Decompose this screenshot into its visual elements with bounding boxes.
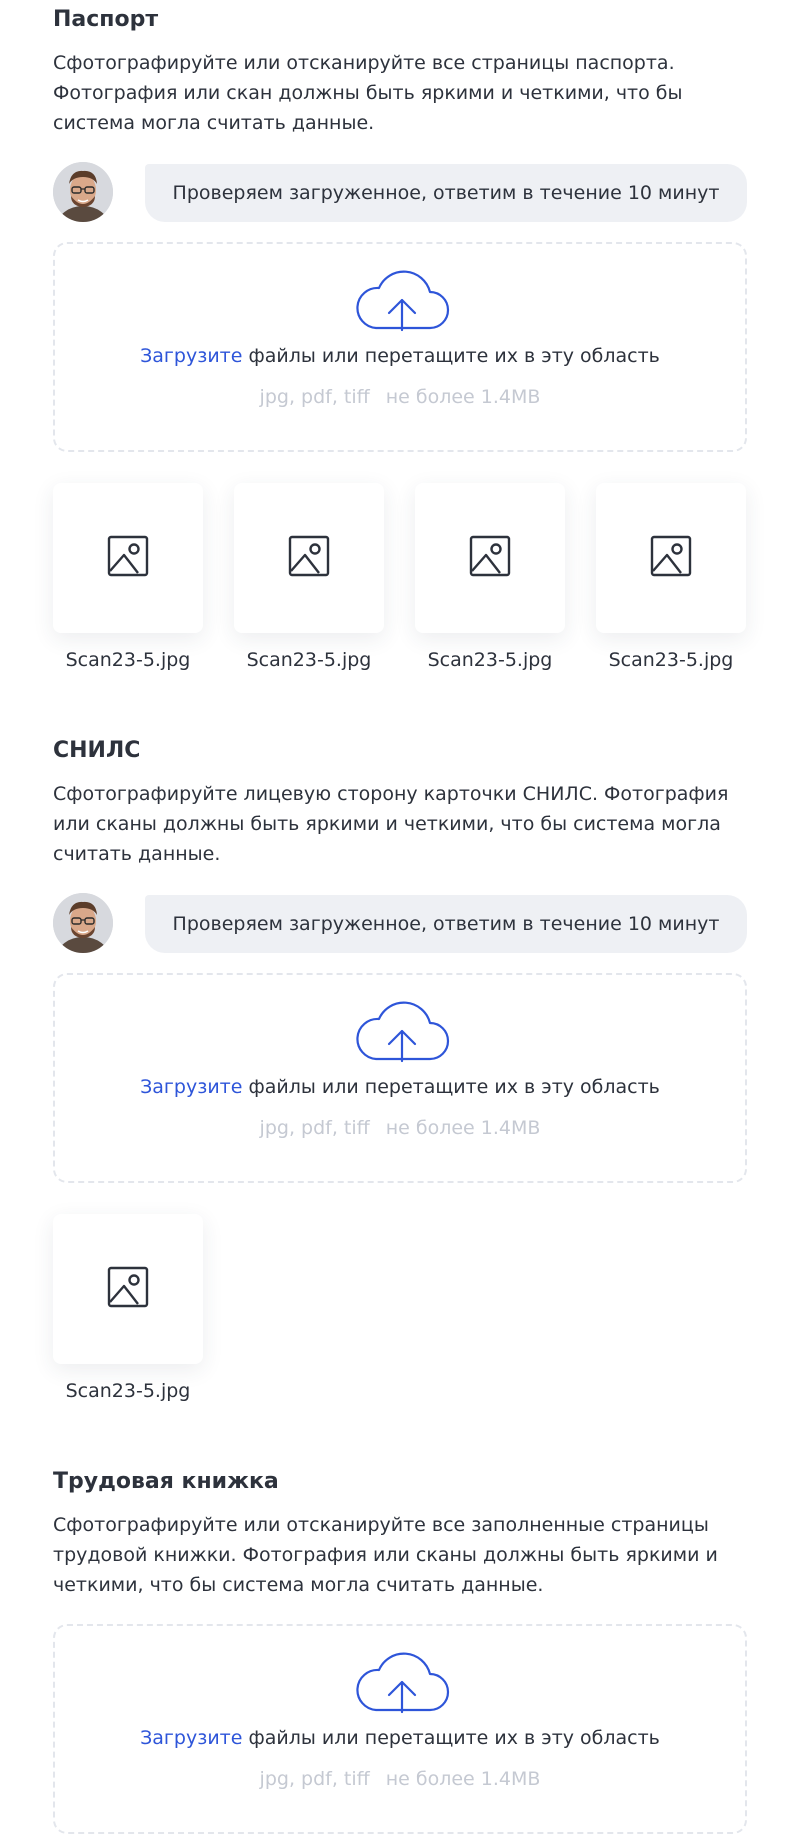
status-message: Проверяем загруженное, ответим в течение… bbox=[145, 895, 747, 953]
file-thumbnail[interactable] bbox=[234, 483, 384, 633]
avatar bbox=[53, 893, 113, 953]
image-icon bbox=[469, 535, 511, 581]
upload-dropzone[interactable]: Загрузите файлы или перетащите их в эту … bbox=[53, 242, 747, 452]
upload-link[interactable]: Загрузите bbox=[140, 1727, 242, 1749]
upload-instruction: Загрузите файлы или перетащите их в эту … bbox=[55, 1726, 745, 1750]
file-item[interactable]: Scan23-5.jpg bbox=[596, 483, 746, 671]
file-item[interactable]: Scan23-5.jpg bbox=[53, 1214, 203, 1402]
avatar bbox=[53, 162, 113, 222]
status-row: Проверяем загруженное, ответим в течение… bbox=[53, 893, 747, 955]
status-row: Проверяем загруженное, ответим в течение… bbox=[53, 162, 747, 224]
file-item[interactable]: Scan23-5.jpg bbox=[234, 483, 384, 671]
image-icon bbox=[288, 535, 330, 581]
upload-formats: jpg, pdf, tiff bbox=[259, 1117, 370, 1139]
upload-instruction: Загрузите файлы или перетащите их в эту … bbox=[55, 1075, 745, 1099]
file-thumbnail[interactable] bbox=[53, 1214, 203, 1364]
file-name: Scan23-5.jpg bbox=[65, 1380, 191, 1402]
file-list: Scan23-5.jpg bbox=[53, 1214, 747, 1414]
upload-dropzone[interactable]: Загрузите файлы или перетащите их в эту … bbox=[53, 1624, 747, 1834]
file-thumbnail[interactable] bbox=[415, 483, 565, 633]
file-thumbnail[interactable] bbox=[596, 483, 746, 633]
upload-formats: jpg, pdf, tiff bbox=[259, 1768, 370, 1790]
section-title: СНИЛС bbox=[53, 738, 141, 763]
upload-instruction: Загрузите файлы или перетащите их в эту … bbox=[55, 344, 745, 368]
section-title: Трудовая книжка bbox=[53, 1469, 279, 1494]
upload-dropzone[interactable]: Загрузите файлы или перетащите их в эту … bbox=[53, 973, 747, 1183]
image-icon bbox=[107, 535, 149, 581]
upload-size-limit: не более 1.4MB bbox=[385, 386, 541, 408]
upload-formats: jpg, pdf, tiff bbox=[259, 386, 370, 408]
file-name: Scan23-5.jpg bbox=[65, 649, 191, 671]
upload-text: файлы или перетащите их в эту область bbox=[242, 1076, 660, 1098]
upload-size-limit: не более 1.4MB bbox=[385, 1768, 541, 1790]
file-item[interactable]: Scan23-5.jpg bbox=[53, 483, 203, 671]
image-icon bbox=[650, 535, 692, 581]
upload-hint: jpg, pdf, tiff не более 1.4MB bbox=[55, 1767, 745, 1791]
upload-link[interactable]: Загрузите bbox=[140, 1076, 242, 1098]
status-message: Проверяем загруженное, ответим в течение… bbox=[145, 164, 747, 222]
file-name: Scan23-5.jpg bbox=[608, 649, 734, 671]
upload-hint: jpg, pdf, tiff не более 1.4MB bbox=[55, 1116, 745, 1140]
file-name: Scan23-5.jpg bbox=[427, 649, 553, 671]
file-list: Scan23-5.jpg Scan23-5.jpg Scan23-5.jpg S… bbox=[53, 483, 747, 683]
upload-text: файлы или перетащите их в эту область bbox=[242, 345, 660, 367]
section-description: Сфотографируйте или отсканируйте все зап… bbox=[53, 1514, 718, 1596]
upload-text: файлы или перетащите их в эту область bbox=[242, 1727, 660, 1749]
section-description: Сфотографируйте лицевую сторону карточки… bbox=[53, 783, 729, 865]
file-name: Scan23-5.jpg bbox=[246, 649, 372, 671]
upload-link[interactable]: Загрузите bbox=[140, 345, 242, 367]
image-icon bbox=[107, 1266, 149, 1312]
file-item[interactable]: Scan23-5.jpg bbox=[415, 483, 565, 671]
cloud-upload-icon bbox=[352, 1652, 452, 1718]
cloud-upload-icon bbox=[352, 1001, 452, 1067]
upload-size-limit: не более 1.4MB bbox=[385, 1117, 541, 1139]
section-title: Паспорт bbox=[53, 7, 159, 32]
file-thumbnail[interactable] bbox=[53, 483, 203, 633]
upload-hint: jpg, pdf, tiff не более 1.4MB bbox=[55, 385, 745, 409]
cloud-upload-icon bbox=[352, 270, 452, 336]
section-description: Сфотографируйте или отсканируйте все стр… bbox=[53, 52, 683, 134]
